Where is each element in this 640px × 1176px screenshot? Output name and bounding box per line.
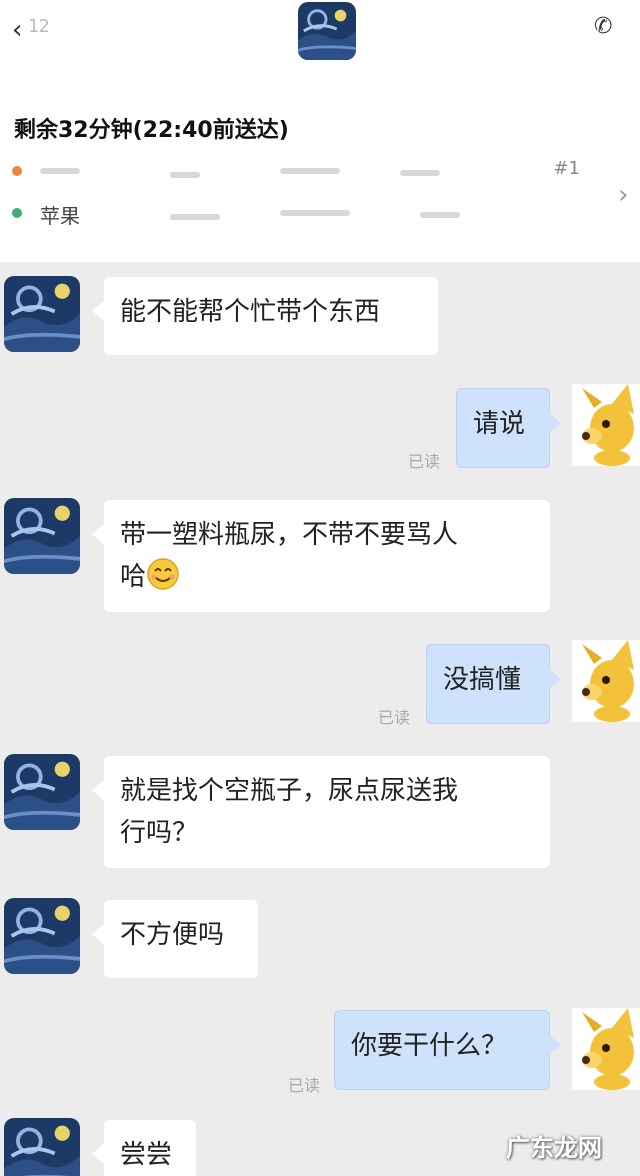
yellow-dog-avatar-icon [572, 1008, 640, 1090]
phone-icon[interactable]: ✆ [594, 14, 634, 48]
sender-avatar[interactable] [4, 898, 80, 974]
message-text: 请说 [473, 409, 526, 439]
self-avatar[interactable] [572, 384, 640, 466]
self-avatar[interactable] [572, 1008, 640, 1090]
sender-avatar[interactable] [4, 1118, 80, 1176]
redacted-text [280, 210, 350, 216]
smiling-face-icon [147, 558, 179, 590]
message-text: 你要干什么？ [351, 1031, 508, 1061]
redacted-text [170, 172, 200, 178]
pickup-number: #1 [553, 158, 580, 179]
yellow-dog-avatar-icon [572, 384, 640, 466]
read-receipt: 已读 [378, 708, 411, 727]
pickup-address[interactable]: #1 [40, 158, 580, 184]
delivery-dot-icon [12, 208, 22, 218]
incoming-message[interactable]: 尝尝 [92, 1120, 196, 1176]
incoming-message[interactable]: 就是找个空瓶子，尿点尿送我 行吗？ [92, 756, 550, 868]
sender-avatar[interactable] [4, 276, 80, 352]
unread-count: 12 [28, 16, 50, 37]
message-text: 哈 [120, 562, 147, 592]
contact-avatar[interactable] [298, 2, 356, 60]
order-header: ‹ 12 ✆ 剩余32分钟(22:40前送达) #1 苹果 › [0, 0, 640, 262]
outgoing-message[interactable]: 没搞懂 [426, 644, 561, 724]
message-text: 不方便吗 [120, 920, 225, 950]
read-receipt: 已读 [408, 452, 441, 471]
starry-night-avatar-icon [4, 1118, 80, 1176]
message-text-line2: 哈 [120, 556, 534, 598]
delivery-address[interactable]: 苹果 [40, 200, 80, 229]
message-text: 行吗？ [120, 818, 199, 848]
read-receipt: 已读 [288, 1076, 321, 1095]
redacted-text [420, 212, 460, 218]
self-avatar[interactable] [572, 640, 640, 722]
redacted-text [40, 168, 80, 174]
outgoing-message[interactable]: 请说 [456, 388, 561, 468]
starry-night-avatar-icon [4, 754, 80, 830]
yellow-dog-avatar-icon [572, 640, 640, 722]
pickup-dot-icon [12, 166, 22, 176]
outgoing-message[interactable]: 你要干什么？ [334, 1010, 561, 1090]
message-text: 尝尝 [120, 1140, 173, 1170]
starry-night-avatar-icon [4, 498, 80, 574]
sender-avatar[interactable] [4, 498, 80, 574]
message-text: 没搞懂 [443, 665, 522, 695]
redacted-text [400, 170, 440, 176]
delivery-time-status: 剩余32分钟(22:40前送达) [14, 118, 289, 143]
redacted-text [280, 168, 340, 174]
starry-night-avatar-icon [4, 898, 80, 974]
watermark: 广东龙网 [506, 1134, 602, 1162]
message-text: 带一塑料瓶尿，不带不要骂人 [120, 520, 459, 550]
delivery-address-text: 苹果 [40, 204, 80, 228]
incoming-message[interactable]: 能不能帮个忙带个东西 [92, 277, 438, 355]
redacted-text [170, 214, 220, 220]
incoming-message[interactable]: 带一塑料瓶尿，不带不要骂人 哈 [92, 500, 550, 612]
chevron-right-icon[interactable]: › [618, 180, 628, 210]
message-text: 能不能帮个忙带个东西 [120, 297, 381, 327]
sender-avatar[interactable] [4, 754, 80, 830]
incoming-message[interactable]: 不方便吗 [92, 900, 258, 978]
starry-night-avatar-icon [298, 2, 356, 60]
message-text: 就是找个空瓶子，尿点尿送我 [120, 776, 459, 806]
starry-night-avatar-icon [4, 276, 80, 352]
